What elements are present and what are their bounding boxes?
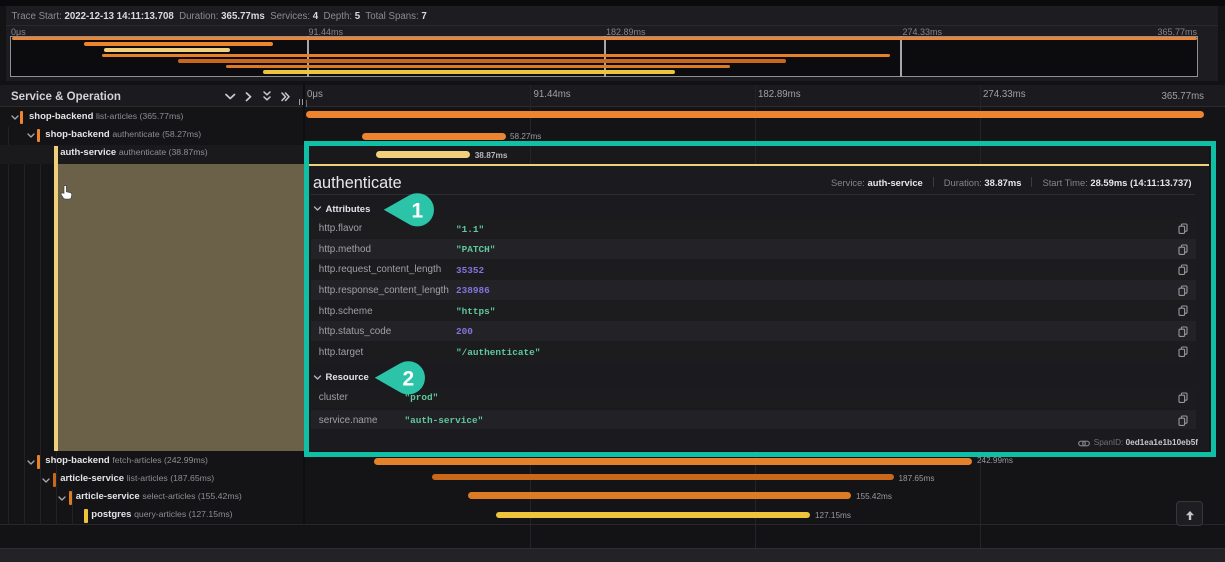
svg-text:2: 2 xyxy=(402,367,414,390)
svg-text:1: 1 xyxy=(411,199,423,222)
